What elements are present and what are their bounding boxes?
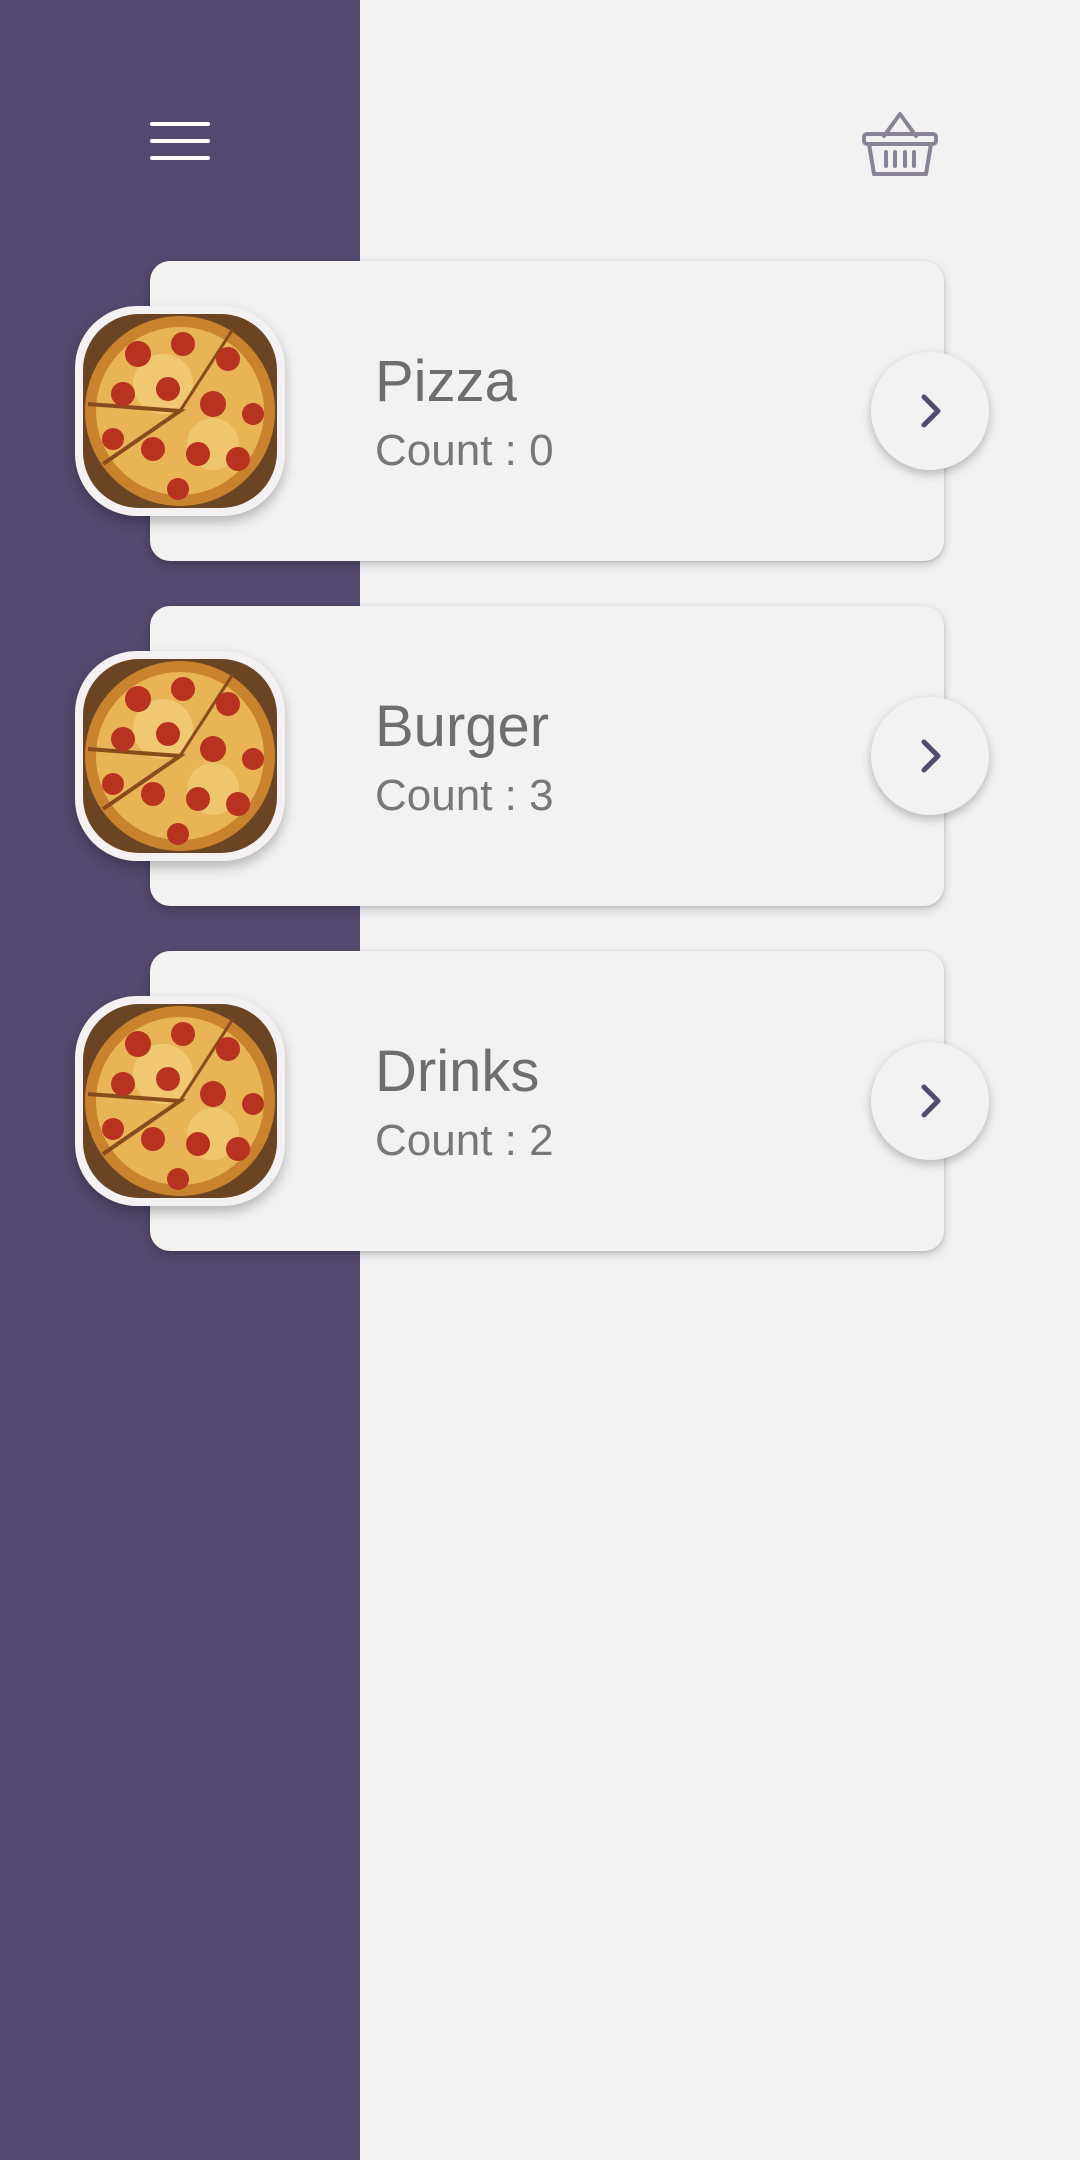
open-category-button[interactable]	[871, 1042, 989, 1160]
category-image	[75, 996, 285, 1206]
category-count: Count : 2	[375, 1116, 554, 1165]
menu-icon-line	[150, 156, 210, 160]
category-image	[75, 306, 285, 516]
open-category-button[interactable]	[871, 697, 989, 815]
cart-button[interactable]	[862, 110, 938, 178]
chevron-right-icon	[921, 394, 941, 428]
menu-icon-line	[150, 139, 210, 143]
chevron-right-icon	[921, 1084, 941, 1118]
category-title: Drinks	[375, 1039, 540, 1104]
shopping-basket-icon	[862, 112, 938, 176]
category-title: Burger	[375, 694, 550, 759]
pizza-thumbnail	[83, 314, 277, 508]
open-category-button[interactable]	[871, 352, 989, 470]
menu-button[interactable]	[150, 122, 210, 162]
category-image	[75, 651, 285, 861]
category-count: Count : 3	[375, 771, 554, 820]
category-count: Count : 0	[375, 426, 554, 475]
category-title: Pizza	[375, 349, 517, 414]
pizza-thumbnail	[83, 1004, 277, 1198]
pizza-thumbnail	[83, 659, 277, 853]
chevron-right-icon	[921, 739, 941, 773]
menu-icon-line	[150, 122, 210, 126]
